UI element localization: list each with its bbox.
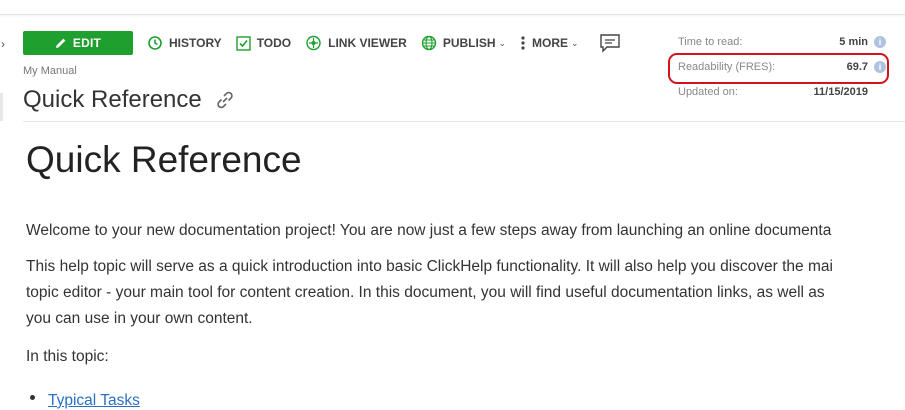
- link-viewer-label: LINK VIEWER: [328, 36, 407, 50]
- edit-button-label: EDIT: [72, 36, 102, 50]
- title-row: Quick Reference: [23, 86, 236, 114]
- updated-row: Updated on: 11/15/2019: [678, 86, 886, 98]
- edit-button[interactable]: EDIT: [23, 31, 133, 55]
- collapse-caret-icon[interactable]: ›: [1, 37, 5, 51]
- todo-button[interactable]: TODO: [235, 35, 292, 51]
- globe-icon: [421, 35, 437, 51]
- link-viewer-icon: [306, 35, 321, 51]
- top-strip: [0, 0, 905, 15]
- publish-label: PUBLISH: [442, 36, 496, 50]
- topic-toolbar: EDIT HISTORY TODO LINK VIEWER PUBLISH ⌄: [23, 31, 627, 55]
- description-line: topic editor - your main tool for conten…: [26, 284, 825, 302]
- updated-value: 11/15/2019: [813, 86, 868, 98]
- more-button[interactable]: MORE ⌄: [520, 35, 579, 51]
- chevron-down-icon: ⌄: [571, 37, 579, 48]
- comment-button[interactable]: [599, 33, 627, 53]
- more-label: MORE: [532, 36, 569, 50]
- topic-content: Quick Reference Welcome to your new docu…: [26, 138, 905, 380]
- kebab-icon: [521, 36, 525, 50]
- updated-label: Updated on:: [678, 86, 738, 98]
- comment-icon: [599, 34, 620, 53]
- description-line: This help topic will serve as a quick in…: [26, 258, 833, 276]
- link-icon[interactable]: [214, 90, 236, 110]
- readability-highlight: [668, 53, 889, 84]
- page-title: Quick Reference: [23, 86, 202, 113]
- history-button[interactable]: HISTORY: [147, 35, 222, 51]
- breadcrumb[interactable]: My Manual: [23, 65, 77, 77]
- time-to-read-value: 5 min: [839, 36, 868, 48]
- todo-label: TODO: [256, 36, 292, 50]
- publish-button[interactable]: PUBLISH ⌄: [421, 35, 506, 51]
- checkbox-icon: [235, 35, 251, 51]
- header-divider: [23, 121, 905, 122]
- description-line: you can use in your own content.: [26, 310, 253, 328]
- description-paragraph: This help topic will serve as a quick in…: [26, 254, 905, 332]
- pencil-icon: [55, 38, 66, 48]
- bullet-icon: [30, 395, 35, 400]
- time-to-read-label: Time to read:: [678, 36, 743, 48]
- history-label: HISTORY: [169, 36, 222, 50]
- history-icon: [148, 36, 162, 50]
- info-icon[interactable]: i: [874, 36, 886, 48]
- left-rail: [0, 93, 3, 121]
- time-to-read-row: Time to read: 5 min i: [678, 36, 886, 48]
- topic-link-typical-tasks[interactable]: Typical Tasks: [48, 392, 140, 409]
- link-viewer-button[interactable]: LINK VIEWER: [305, 35, 407, 51]
- intro-paragraph: Welcome to your new documentation projec…: [26, 222, 832, 240]
- topic-list: Typical Tasks: [30, 392, 140, 410]
- content-heading: Quick Reference: [26, 139, 302, 180]
- in-this-topic-label: In this topic:: [26, 348, 109, 366]
- chevron-down-icon: ⌄: [498, 37, 507, 48]
